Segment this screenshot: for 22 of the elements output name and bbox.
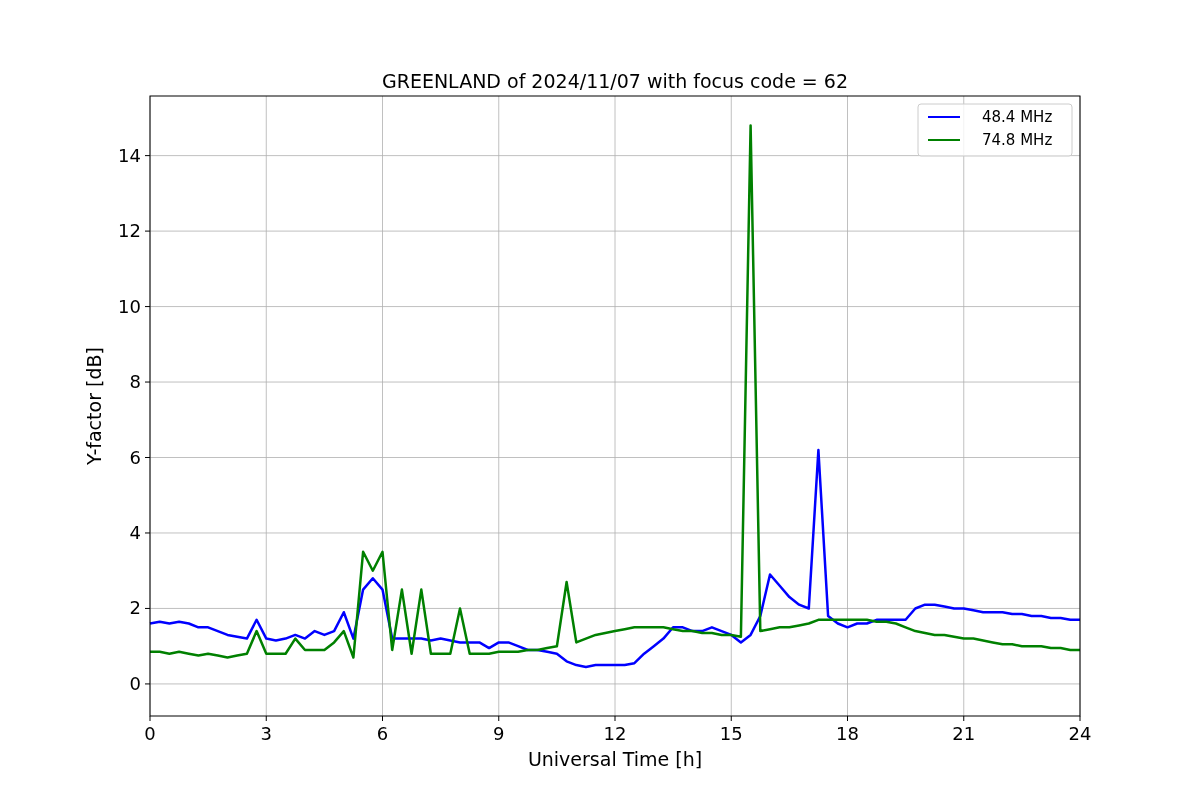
tick-label: 4 [129,522,141,543]
tick-label: 18 [836,723,859,744]
x-axis-label: Universal Time [h] [527,748,703,770]
tick-label: 12 [603,723,627,744]
tick-label: 3 [260,723,272,744]
tick-label: 0 [144,723,156,744]
legend-label: 74.8 MHz [982,131,1053,149]
chart-title: GREENLAND of 2024/11/07 with focus code = 62 [382,70,848,92]
tick-label: 8 [129,371,141,393]
tick-label: 21 [952,723,976,744]
y-axis-label: Y-factor [dB] [83,347,105,465]
tick-label: 0 [129,672,141,694]
tick-label: 10 [118,295,141,317]
tick-label: 2 [129,597,141,619]
tick-label: 9 [493,723,505,744]
tick-label: 6 [129,446,141,468]
tick-label: 15 [719,723,743,744]
tick-label: 6 [376,723,389,744]
tick-label: 14 [118,144,141,166]
tick-label: 24 [1068,723,1092,744]
legend-label: 48.4 MHz [982,108,1053,126]
tick-label: 12 [118,220,141,242]
